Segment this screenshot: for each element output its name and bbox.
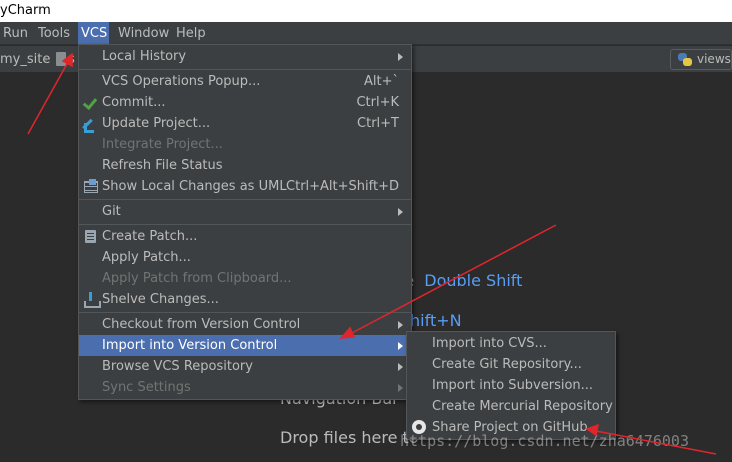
menu-item-apply-patch[interactable]: Apply Patch...	[79, 247, 411, 268]
submenu-item-create-mercurial-repository[interactable]: Create Mercurial Repository	[407, 396, 615, 417]
menu-item-label: Show Local Changes as UML	[102, 179, 287, 194]
submenu-arrow-icon	[398, 321, 403, 329]
tab-views[interactable]: views	[670, 49, 732, 70]
menu-item-label: Commit...	[102, 95, 166, 110]
menu-item-local-history[interactable]: Local History	[79, 46, 411, 67]
menu-item-vcs-operations-popup[interactable]: VCS Operations Popup... Alt+`	[79, 71, 411, 92]
menu-item-label: Update Project...	[102, 116, 211, 131]
menu-help[interactable]: Help	[173, 22, 209, 45]
menu-item-git[interactable]: Git	[79, 201, 411, 222]
submenu-item-label: Import into CVS...	[432, 336, 547, 351]
menu-item-refresh-file-status[interactable]: Refresh File Status	[79, 155, 411, 176]
submenu-arrow-icon	[398, 342, 403, 350]
menu-item-shortcut: Ctrl+Alt+Shift+D	[286, 179, 399, 194]
submenu-item-import-subversion[interactable]: Import into Subversion...	[407, 375, 615, 396]
submenu-item-import-cvs[interactable]: Import into CVS...	[407, 333, 615, 354]
menu-divider	[79, 69, 411, 70]
python-icon	[678, 53, 692, 66]
menu-window[interactable]: Window	[115, 22, 172, 45]
menu-item-apply-patch-clipboard: Apply Patch from Clipboard...	[79, 268, 411, 289]
menu-divider	[79, 224, 411, 225]
update-icon	[83, 116, 98, 133]
submenu-arrow-icon	[398, 384, 403, 392]
menu-item-show-local-changes-uml[interactable]: Show Local Changes as UML Ctrl+Alt+Shift…	[79, 176, 411, 197]
menu-item-label: VCS Operations Popup...	[102, 74, 261, 89]
submenu-item-label: Create Git Repository...	[432, 357, 582, 372]
menu-item-commit[interactable]: Commit... Ctrl+K	[79, 92, 411, 113]
uml-diagram-icon	[83, 179, 98, 194]
submenu-arrow-icon	[398, 53, 403, 61]
menu-item-import-version-control[interactable]: Import into Version Control	[79, 335, 411, 356]
menu-item-label: Import into Version Control	[102, 338, 278, 353]
patch-icon	[83, 229, 98, 244]
menu-divider	[79, 199, 411, 200]
menu-divider	[79, 312, 411, 313]
window-title: yCharm	[0, 0, 732, 22]
menu-item-label: Local History	[102, 49, 187, 64]
menu-item-shelve-changes[interactable]: Shelve Changes...	[79, 289, 411, 310]
menu-item-create-patch[interactable]: Create Patch...	[79, 226, 411, 247]
breadcrumb-file[interactable]: s	[68, 46, 75, 73]
shelve-icon	[83, 292, 101, 308]
menu-vcs[interactable]: VCS	[78, 22, 109, 45]
menu-run[interactable]: Run	[0, 22, 31, 45]
menu-item-label: Shelve Changes...	[102, 292, 219, 307]
menu-item-label: Checkout from Version Control	[102, 317, 301, 332]
menu-bar: Run Tools VCS Window Help	[0, 22, 732, 45]
submenu-arrow-icon	[398, 208, 403, 216]
breadcrumb-separator-icon: ›	[44, 52, 49, 66]
menu-item-integrate-project: Integrate Project...	[79, 134, 411, 155]
file-icon	[56, 52, 66, 66]
menu-item-label: Integrate Project...	[102, 137, 223, 152]
menu-item-label: Refresh File Status	[102, 158, 223, 173]
menu-item-shortcut: Ctrl+K	[356, 95, 399, 110]
submenu-item-label: Create Mercurial Repository	[432, 399, 613, 414]
submenu-item-label: Import into Subversion...	[432, 378, 594, 393]
menu-item-update-project[interactable]: Update Project... Ctrl+T	[79, 113, 411, 134]
menu-item-shortcut: Ctrl+T	[357, 116, 399, 131]
menu-item-checkout-version-control[interactable]: Checkout from Version Control	[79, 314, 411, 335]
menu-item-label: Apply Patch from Clipboard...	[102, 271, 292, 286]
goto-file-shortcut: hift+N	[410, 311, 462, 330]
menu-item-label: Create Patch...	[102, 229, 198, 244]
vcs-menu: Local History VCS Operations Popup... Al…	[78, 44, 412, 400]
menu-item-label: Git	[102, 204, 121, 219]
menu-tools[interactable]: Tools	[35, 22, 73, 45]
submenu-arrow-icon	[398, 363, 403, 371]
breadcrumb-project[interactable]: my_site	[0, 46, 50, 73]
menu-item-browse-vcs-repository[interactable]: Browse VCS Repository	[79, 356, 411, 377]
submenu-item-create-git-repository[interactable]: Create Git Repository...	[407, 354, 615, 375]
menu-item-label: Browse VCS Repository	[102, 359, 253, 374]
menu-item-label: Apply Patch...	[102, 250, 191, 265]
tab-views-label: views	[697, 52, 731, 66]
import-submenu: Import into CVS... Create Git Repository…	[406, 331, 616, 440]
drop-files-hint: Drop files here to	[280, 428, 419, 447]
menu-item-sync-settings: Sync Settings	[79, 377, 411, 398]
check-icon	[83, 95, 98, 110]
watermark: https://blog.csdn.net/zha6476003	[400, 432, 689, 450]
menu-item-label: Sync Settings	[102, 380, 191, 395]
menu-item-shortcut: Alt+`	[364, 74, 399, 89]
search-everywhere-hint: re Double Shift	[398, 271, 523, 290]
